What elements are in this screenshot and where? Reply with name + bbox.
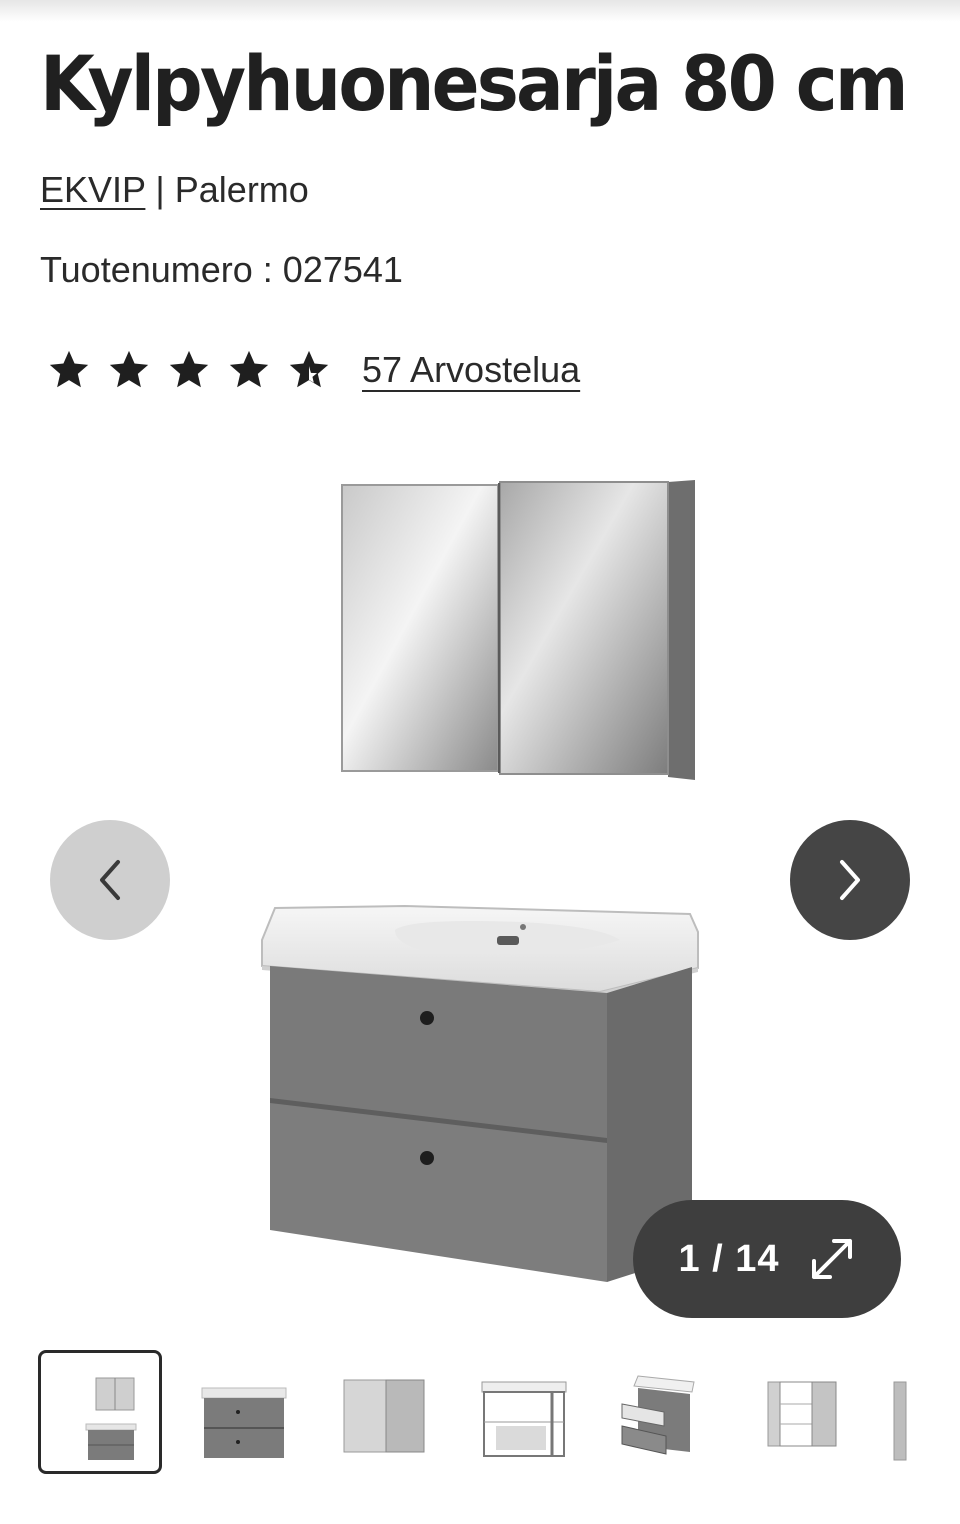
image-counter: 1 / 14 [678,1237,780,1280]
thumbnail-image [893,1381,907,1461]
brand-link[interactable]: EKVIP [40,169,145,210]
thumbnail-cabinet-inside[interactable] [456,1350,580,1474]
thumbnail-drawers-open[interactable] [596,1350,720,1474]
mirror-cabinet [341,480,695,780]
star-icon [109,350,149,388]
brand-separator: | [145,169,175,210]
rating: 57 Arvostelua [46,340,580,400]
thumbnail-full-set[interactable] [38,1350,162,1474]
sku-value: 027541 [282,249,403,290]
half-star-icon [289,350,329,388]
product-title: Kylpyhuonesarja 80 cm [40,39,909,128]
vanity-cabinet [261,904,699,1282]
brand-line: EKVIP | Palermo [40,166,309,214]
expand-arrows-icon [811,1239,852,1279]
thumbnail-image [201,1387,287,1458]
star-icon [49,350,89,388]
thumbnail-image [621,1375,695,1455]
next-image-button[interactable] [790,820,910,940]
fullscreen-counter-button[interactable]: 1 / 14 [633,1200,901,1318]
thumbnail-mirror-open[interactable] [736,1350,860,1474]
thumbnail-partial[interactable] [876,1350,960,1474]
thumbnail-vanity[interactable] [178,1350,302,1474]
thumbnail-image [481,1381,567,1457]
sku-label: Tuotenumero : [40,249,283,290]
star-icon [229,350,269,388]
thumbnail-mirror[interactable] [318,1350,442,1474]
reviews-link[interactable]: 57 Arvostelua [362,349,580,391]
chevron-left-icon [100,860,120,900]
thumbnail-image [343,1379,425,1453]
top-shadow [0,0,960,22]
product-gallery: 1 / 14 [0,440,960,1320]
star-icon [169,350,209,388]
series-name: Palermo [174,169,309,210]
thumbnail-image [85,1377,137,1460]
thumbnail-strip [0,1350,960,1474]
previous-image-button[interactable] [50,820,170,940]
chevron-right-icon [840,860,860,900]
thumbnail-image [767,1381,837,1447]
product-number: Tuotenumero : 027541 [40,246,403,294]
